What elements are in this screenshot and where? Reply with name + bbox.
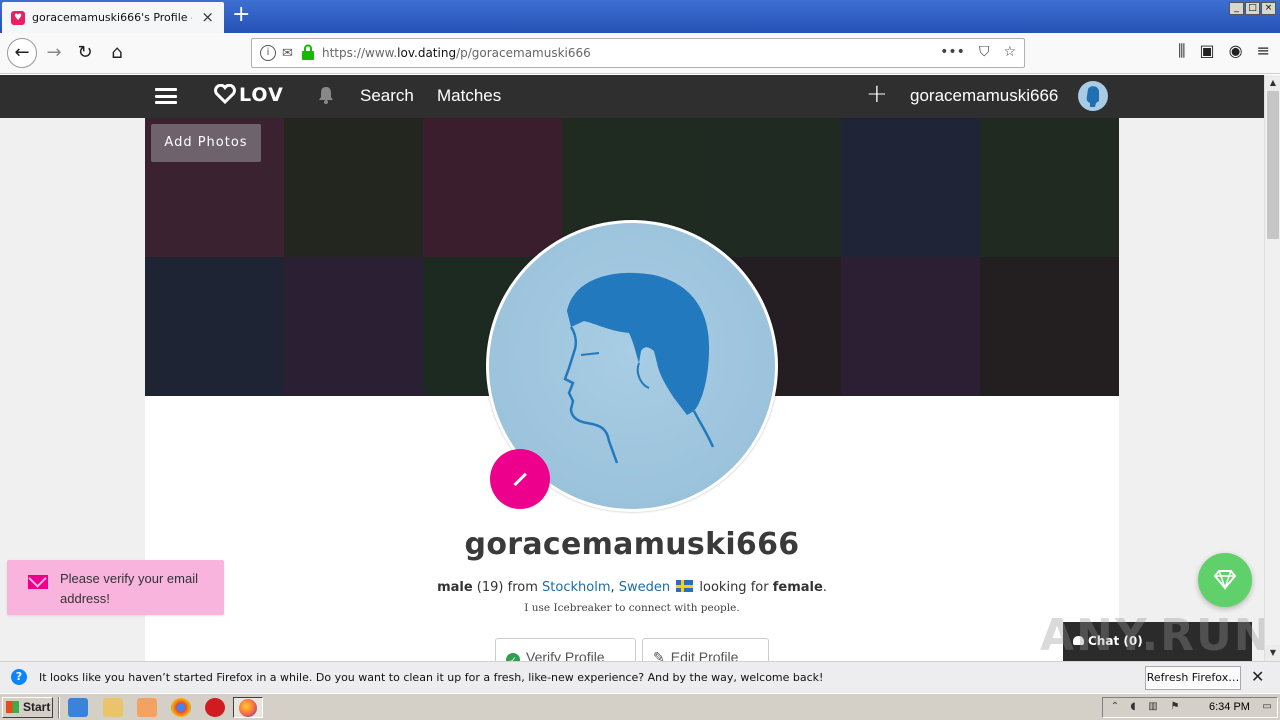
tray-expand-icon[interactable]: ⌃ xyxy=(1109,701,1121,713)
verify-profile-button[interactable]: ✓ Verify Profile xyxy=(495,638,636,661)
firefox-icon xyxy=(239,699,257,717)
cover-tile xyxy=(145,257,285,396)
page-viewport: LOV Search Matches + goracemamuski666 Ad… xyxy=(0,75,1264,661)
taskbar-separator xyxy=(58,697,60,718)
profile-country-link[interactable]: Sweden xyxy=(619,580,670,595)
site-info-icon[interactable]: i xyxy=(260,45,276,61)
lov-favicon-icon: ♥ xyxy=(11,11,25,25)
home-icon[interactable]: ⌂ xyxy=(105,41,129,65)
browser-tab[interactable]: ♥ goracemamuski666's Profile - Lov × xyxy=(2,2,224,33)
cover-tile xyxy=(423,118,563,257)
notification-message: It looks like you haven’t started Firefo… xyxy=(39,671,824,684)
clock: 6:34 PM xyxy=(1209,701,1250,713)
close-notification-icon[interactable]: ✕ xyxy=(1251,667,1264,686)
hamburger-menu-icon[interactable] xyxy=(155,88,177,104)
question-icon: ? xyxy=(11,669,27,685)
reload-icon[interactable]: ↻ xyxy=(73,41,97,65)
library-icon[interactable]: ⫼ xyxy=(1178,41,1185,61)
firefox-notification-bar: ? It looks like you haven’t started Fire… xyxy=(0,661,1280,693)
header-username[interactable]: goracemamuski666 xyxy=(910,86,1058,106)
browser-nav-bar: ← → ↻ ⌂ i ✉ https://www.lov.dating/p/gor… xyxy=(0,33,1280,74)
url-text: https://www.lov.dating/p/goracemamuski66… xyxy=(322,46,591,60)
folder-icon[interactable] xyxy=(103,698,123,717)
menu-icon[interactable]: ≡ xyxy=(1257,41,1270,61)
cover-tile xyxy=(979,118,1119,257)
lov-logo[interactable]: LOV xyxy=(214,83,284,106)
firefox-taskbar-button[interactable] xyxy=(233,697,263,718)
close-window-button[interactable]: × xyxy=(1261,2,1276,15)
page-scrollbar[interactable]: ▲ ▼ xyxy=(1264,75,1280,661)
cover-tile xyxy=(284,257,424,396)
profile-city-link[interactable]: Stockholm xyxy=(542,580,610,595)
pencil-icon: ✎ xyxy=(653,649,665,661)
site-header: LOV Search Matches + goracemamuski666 xyxy=(0,75,1264,118)
refresh-firefox-button[interactable]: Refresh Firefox… xyxy=(1145,666,1241,690)
restore-button[interactable]: □ xyxy=(1245,2,1260,15)
cover-tile xyxy=(840,257,980,396)
network-icon[interactable]: ▥ xyxy=(1147,701,1159,713)
lock-icon xyxy=(302,44,314,60)
cover-tile xyxy=(840,118,980,257)
new-tab-button[interactable]: + xyxy=(232,3,250,27)
profile-name: goracemamuski666 xyxy=(464,527,800,562)
profile-seeking: female xyxy=(772,580,823,595)
users-icon xyxy=(1073,636,1084,645)
opera-icon[interactable] xyxy=(205,698,225,717)
minimize-button[interactable]: _ xyxy=(1229,2,1244,15)
edit-profile-button[interactable]: ✎ Edit Profile xyxy=(642,638,769,661)
verify-email-toast[interactable]: Please verify your email address! xyxy=(7,560,224,615)
close-tab-icon[interactable]: × xyxy=(201,8,214,26)
window-controls: _ □ × xyxy=(1229,2,1276,15)
permissions-icon[interactable]: ✉ xyxy=(282,46,293,61)
heart-icon xyxy=(214,83,236,105)
tab-title: goracemamuski666's Profile - Lov xyxy=(32,11,192,24)
edit-avatar-button[interactable] xyxy=(490,449,550,509)
scroll-up-arrow-icon[interactable]: ▲ xyxy=(1265,75,1280,91)
add-photos-button[interactable]: Add Photos xyxy=(151,124,261,162)
user-avatar[interactable] xyxy=(1078,81,1108,111)
forward-arrow-icon[interactable]: → xyxy=(42,41,66,65)
page-actions-icon[interactable]: ••• xyxy=(940,44,965,60)
media-player-icon[interactable] xyxy=(137,698,157,717)
cover-tile xyxy=(979,257,1119,396)
scroll-down-arrow-icon[interactable]: ▼ xyxy=(1265,645,1280,661)
chrome-icon[interactable] xyxy=(171,698,191,717)
profile-from-label: from xyxy=(507,580,538,595)
account-icon[interactable]: ◉ xyxy=(1229,41,1243,61)
plus-icon[interactable]: + xyxy=(866,79,888,109)
start-button[interactable]: Start xyxy=(2,697,53,718)
cover-tile xyxy=(284,118,424,257)
chat-tab[interactable]: Chat (0) xyxy=(1063,622,1252,661)
profile-age: (19) xyxy=(476,580,504,595)
profile-gender: male xyxy=(437,580,473,595)
show-desktop-icon[interactable]: ▭ xyxy=(1261,701,1273,713)
volume-icon[interactable]: ◖ xyxy=(1127,701,1139,713)
system-tray: ⌃ ◖ ▥ ⚑ 6:34 PM ▭ xyxy=(1102,697,1278,718)
check-icon: ✓ xyxy=(506,653,520,661)
pocket-icon[interactable]: ⛉ xyxy=(979,44,990,60)
sidebar-icon[interactable]: ▣ xyxy=(1200,41,1215,61)
profile-looking-label: looking for xyxy=(699,580,769,595)
diamond-icon xyxy=(1213,570,1237,591)
sweden-flag-icon xyxy=(676,580,694,592)
toast-message: Please verify your email address! xyxy=(60,571,198,606)
bell-icon[interactable] xyxy=(317,85,335,105)
ie-icon[interactable] xyxy=(68,698,88,717)
envelope-icon xyxy=(28,575,48,589)
bookmark-star-icon[interactable]: ☆ xyxy=(1003,44,1016,60)
scroll-thumb[interactable] xyxy=(1267,91,1279,239)
nav-matches-link[interactable]: Matches xyxy=(437,86,501,106)
nav-search-link[interactable]: Search xyxy=(360,86,414,106)
cover-tile xyxy=(701,118,841,257)
browser-tab-bar: ♥ goracemamuski666's Profile - Lov × + _… xyxy=(0,0,1280,33)
premium-gem-button[interactable] xyxy=(1198,553,1252,607)
windows-taskbar: Start ⌃ ◖ ▥ ⚑ 6:34 PM ▭ xyxy=(0,693,1280,720)
action-center-flag-icon[interactable]: ⚑ xyxy=(1169,701,1181,713)
url-bar[interactable]: i ✉ https://www.lov.dating/p/goracemamus… xyxy=(251,38,1025,68)
back-arrow-icon[interactable]: ← xyxy=(7,38,37,68)
